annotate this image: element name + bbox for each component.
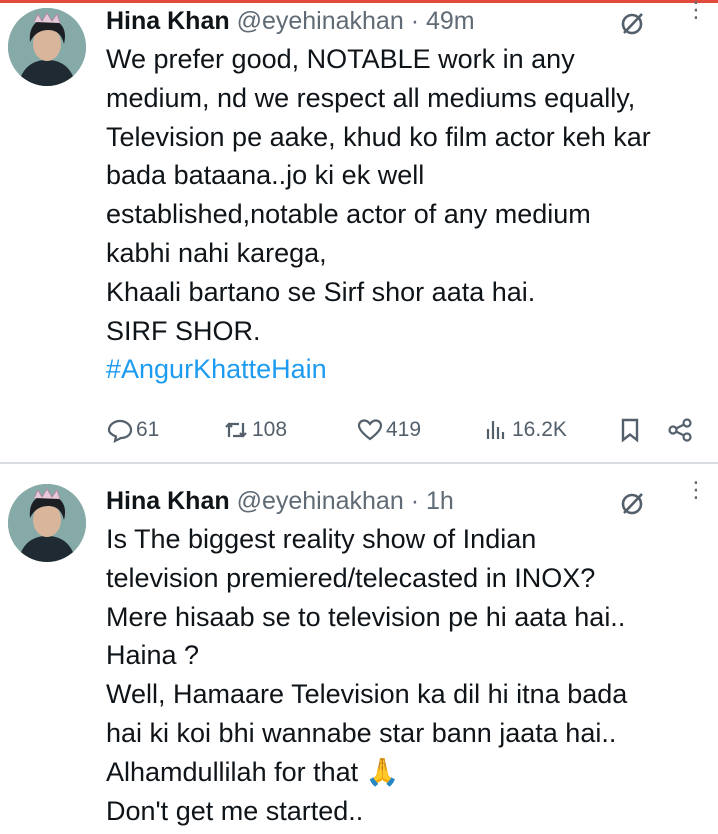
avatar-photo — [8, 484, 86, 562]
display-name[interactable]: Hina Khan — [106, 7, 230, 35]
tweet-line: Mere hisaab se to television pe hi aata … — [106, 601, 626, 632]
views-count: 16.2K — [512, 418, 567, 441]
display-name[interactable]: Hina Khan — [106, 487, 230, 515]
tweet-line: Don't get me started.. — [106, 795, 364, 826]
tweet-text: We prefer good, NOTABLE work in any medi… — [106, 40, 712, 389]
tweet-line: bada bataana..jo ki ek well — [106, 160, 425, 191]
reply-button[interactable]: 61 — [106, 410, 159, 450]
repost-count: 108 — [252, 418, 288, 441]
tweet-divider — [0, 462, 718, 464]
grok-icon[interactable] — [618, 490, 646, 518]
tweet-line: Alhamdullilah for that 🙏 — [106, 756, 400, 787]
timestamp[interactable]: 1h — [426, 487, 454, 515]
grok-icon[interactable] — [618, 10, 646, 38]
repost-button[interactable]: 108 — [222, 410, 287, 450]
tweet-line: established,notable actor of any medium — [106, 199, 591, 230]
more-options-icon[interactable]: ⋮ — [685, 0, 707, 36]
tweet-1[interactable]: Hina Khan @eyehinakhan · 49m ⋮ We prefer… — [0, 0, 718, 458]
heart-icon — [357, 419, 383, 441]
username[interactable]: @eyehinakhan — [237, 7, 404, 35]
share-button[interactable] — [666, 410, 694, 450]
views-icon — [486, 421, 505, 439]
avatar-photo — [8, 8, 86, 86]
tweet-line: television premiered/telecasted in INOX? — [106, 562, 596, 593]
tweet-line: We prefer good, NOTABLE work in any — [106, 44, 575, 74]
tweet-text: Is The biggest reality show of Indian te… — [106, 520, 712, 830]
more-options-icon[interactable]: ⋮ — [685, 479, 707, 516]
tweet-line: Khaali bartano se Sirf shor aata hai. — [106, 276, 536, 307]
reply-count: 61 — [136, 418, 160, 441]
share-icon — [668, 418, 692, 442]
tweet-header: Hina Khan @eyehinakhan · 49m — [106, 4, 475, 38]
tweet-line: Haina ? — [106, 640, 200, 671]
bookmark-icon — [621, 418, 639, 443]
bookmark-button[interactable] — [616, 410, 644, 450]
tweet-line: SIRF SHOR. — [106, 315, 261, 346]
action-bar: 61 108 419 16.2K — [106, 410, 712, 450]
tweet-line: Television pe aake, khud ko film actor k… — [106, 121, 651, 152]
username[interactable]: @eyehinakhan — [237, 487, 404, 515]
tweet-line: hai ki koi bhi wannabe star bann jaata h… — [106, 717, 617, 748]
tweet-line: medium, nd we respect all mediums equall… — [106, 82, 636, 113]
avatar[interactable] — [8, 484, 86, 562]
hashtag-link[interactable]: #AngurKhatteHain — [106, 350, 712, 389]
timestamp[interactable]: 49m — [426, 7, 475, 35]
separator-dot: · — [410, 487, 420, 515]
views-button[interactable]: 16.2K — [482, 410, 567, 450]
repost-icon — [225, 422, 247, 438]
like-count: 419 — [386, 418, 422, 441]
like-button[interactable]: 419 — [356, 410, 421, 450]
tweet-2[interactable]: Hina Khan @eyehinakhan · 1h ⋮ Is The big… — [0, 470, 718, 834]
tweet-line: Well, Hamaare Television ka dil hi itna … — [106, 679, 628, 710]
reply-icon — [107, 419, 133, 444]
tweet-line: Is The biggest reality show of Indian — [106, 524, 537, 554]
tweet-line: kabhi nahi karega, — [106, 237, 327, 268]
separator-dot: · — [410, 7, 420, 35]
tweet-header: Hina Khan @eyehinakhan · 1h — [106, 484, 454, 518]
avatar[interactable] — [8, 8, 86, 86]
